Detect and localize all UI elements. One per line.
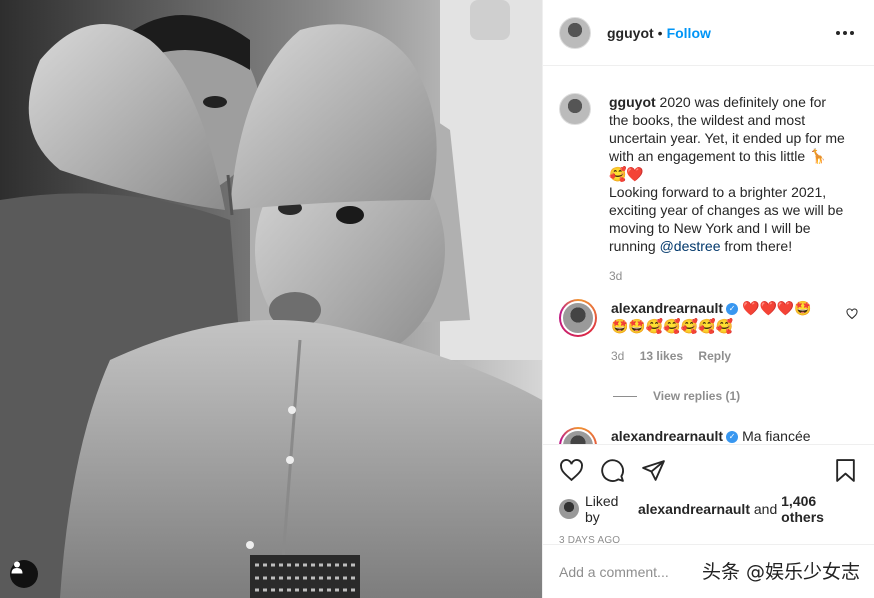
view-replies-button[interactable]: View replies (1)	[613, 389, 858, 403]
caption-username[interactable]: gguyot	[609, 94, 656, 110]
replies-divider	[613, 395, 637, 397]
comments-section[interactable]: gguyot 2020 was definitely one for the b…	[543, 67, 874, 444]
comment-body: Ma fiancée	[742, 428, 811, 444]
verified-badge-icon: ✓	[726, 431, 739, 444]
commenter-username[interactable]: alexandrearnault	[611, 428, 723, 444]
caption-emojis: 🥰❤️	[609, 166, 644, 182]
caption-text: gguyot 2020 was definitely one for the b…	[609, 93, 845, 285]
liker-avatar[interactable]	[559, 499, 579, 519]
comment-like-heart-icon[interactable]	[846, 307, 858, 323]
liked-by-prefix: Liked by	[585, 493, 619, 525]
caption-body-3: from there!	[724, 238, 793, 254]
watermark: 头条 @娱乐少女志	[701, 561, 860, 583]
person-icon	[11, 561, 23, 574]
liked-by-others[interactable]: 1,406 others	[781, 493, 858, 525]
comment-meta: 3d 13 likes Reply	[611, 347, 846, 365]
post-actions: Liked by alexandrearnault and 1,406 othe…	[543, 444, 874, 546]
caption: gguyot 2020 was definitely one for the b…	[559, 93, 858, 285]
action-icons	[559, 457, 858, 483]
comment-time[interactable]: 3d	[611, 349, 624, 363]
caption-mention[interactable]: @destree	[660, 238, 721, 254]
comment-body-line2: 🤩🤩🥰🥰🥰🥰🥰	[611, 318, 734, 334]
comment-text: alexandrearnault ✓ Ma fiancée	[611, 427, 847, 444]
comment-likes[interactable]: 13 likes	[640, 349, 683, 363]
liked-by: Liked by alexandrearnault and 1,406 othe…	[559, 493, 858, 525]
heart-icon[interactable]	[559, 458, 584, 483]
commenter-username[interactable]: alexandrearnault	[611, 300, 723, 316]
comment-item: alexandrearnault ✓ ❤️❤️❤️🤩 🤩🤩🥰🥰🥰🥰🥰 3d 13 l…	[559, 299, 858, 365]
commenter-avatar[interactable]	[559, 299, 597, 337]
post-header: gguyot • Follow	[543, 0, 874, 66]
author-username[interactable]: gguyot	[607, 25, 654, 41]
bookmark-icon[interactable]	[833, 458, 858, 483]
comment-item: alexandrearnault ✓ Ma fiancée	[559, 427, 858, 444]
share-icon[interactable]	[641, 458, 666, 483]
author-avatar[interactable]	[559, 16, 591, 49]
caption-avatar[interactable]	[559, 93, 591, 125]
photo-illustration	[0, 0, 542, 598]
caption-time[interactable]: 3d	[609, 269, 622, 283]
reply-button[interactable]: Reply	[698, 349, 731, 363]
comment-icon[interactable]	[600, 458, 625, 483]
comment-body-line1: ❤️❤️❤️🤩	[742, 300, 812, 316]
liked-by-user[interactable]: alexandrearnault	[638, 501, 750, 517]
more-options-icon[interactable]	[832, 27, 858, 39]
post-photo[interactable]	[0, 0, 542, 598]
comment-text: alexandrearnault ✓ ❤️❤️❤️🤩 🤩🤩🥰🥰🥰🥰🥰 3d 13 l…	[611, 299, 846, 365]
commenter-avatar[interactable]	[559, 427, 597, 444]
view-replies-label: View replies (1)	[653, 389, 741, 403]
verified-badge-icon: ✓	[726, 303, 739, 316]
header-separator: •	[657, 24, 663, 41]
follow-button[interactable]: Follow	[667, 25, 711, 41]
user-tag-icon[interactable]	[10, 560, 38, 588]
post-panel: gguyot • Follow gguyot 2020 was definite…	[542, 0, 874, 598]
caption-meta: 3d	[609, 267, 845, 285]
liked-by-connector: and	[753, 501, 778, 517]
